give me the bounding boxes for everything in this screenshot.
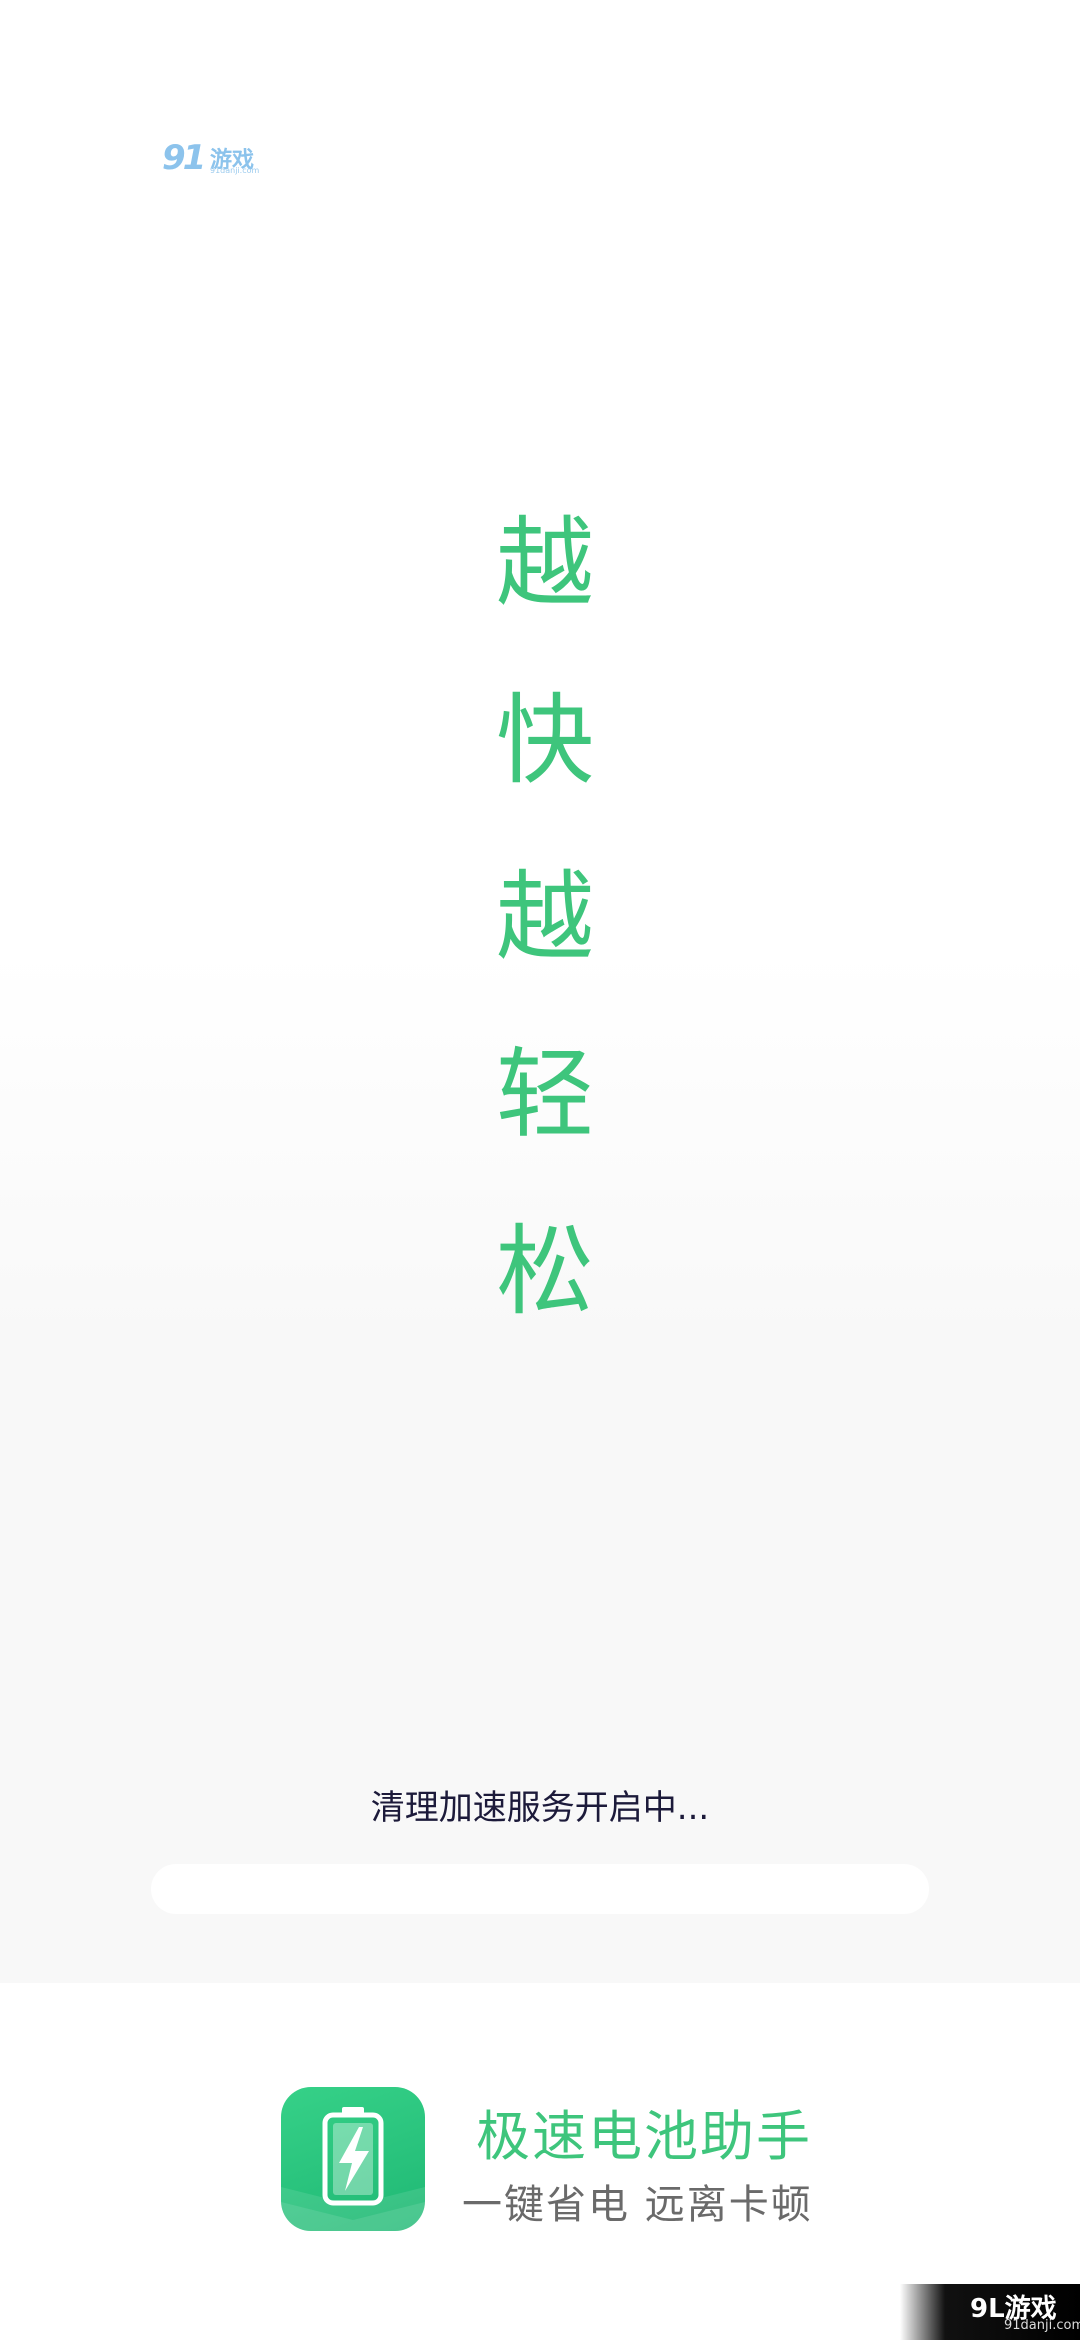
slogan-char: 越: [495, 507, 594, 621]
watermark-url: 91danji.com: [210, 166, 260, 175]
app-name: 极速电池助手: [476, 2105, 812, 2168]
app-tagline: 一键省电 远离卡顿: [462, 2182, 813, 2228]
slogan-char: 松: [495, 1215, 594, 1329]
battery-bolt-icon: [281, 2087, 425, 2231]
vertical-slogan: 越 快 越 轻 松: [490, 515, 600, 1400]
watermark-logo-bottom: 9L游戏 91danji.com: [900, 2284, 1080, 2340]
slogan-char: 越: [495, 861, 594, 975]
loading-progress-bar: [151, 1864, 929, 1914]
watermark-number: 91: [162, 138, 206, 178]
loading-status-text: 清理加速服务开启中...: [370, 1788, 710, 1828]
watermark-logo-top: 91 游戏 91danji.com: [162, 138, 262, 178]
slogan-char: 轻: [495, 1038, 594, 1152]
slogan-char: 快: [495, 684, 594, 798]
watermark-bottom-url: 91danji.com: [1004, 2318, 1080, 2333]
